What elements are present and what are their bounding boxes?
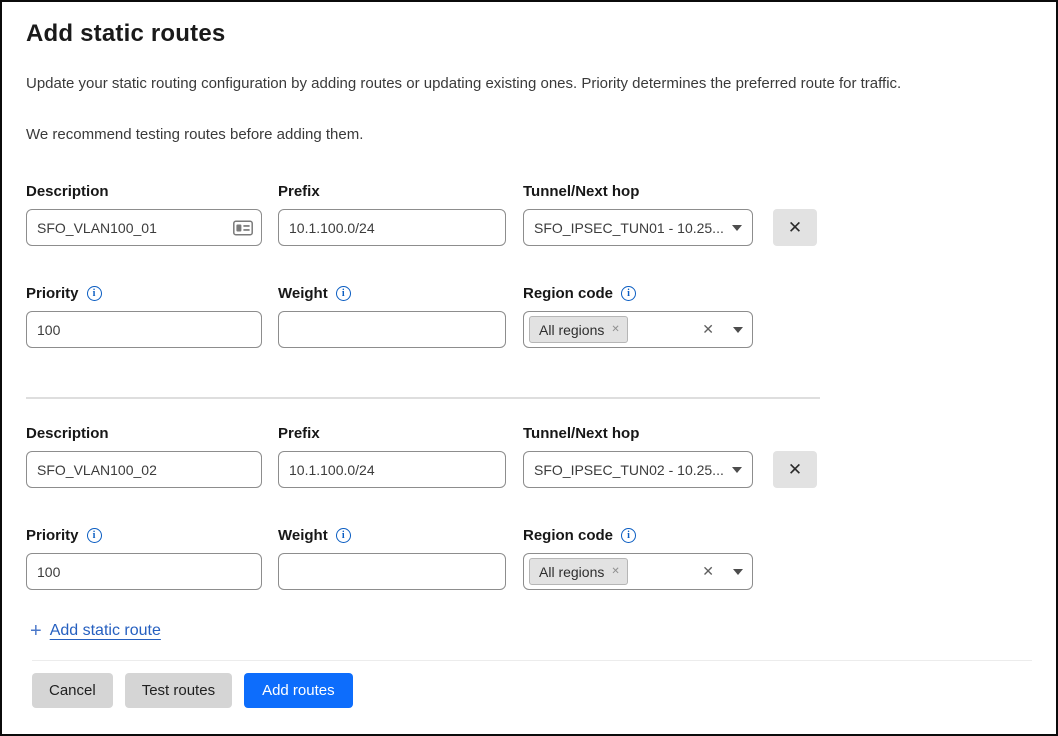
info-icon[interactable]: i bbox=[621, 528, 636, 543]
intro-text: Update your static routing configuration… bbox=[26, 75, 1032, 92]
chip-remove-icon[interactable]: ✕ bbox=[611, 324, 619, 335]
section-divider bbox=[26, 397, 820, 399]
weight-input[interactable] bbox=[278, 553, 506, 590]
recommendation-text: We recommend testing routes before addin… bbox=[26, 126, 1032, 143]
weight-label: Weight bbox=[278, 285, 328, 302]
priority-input[interactable] bbox=[26, 311, 262, 348]
weight-input[interactable] bbox=[278, 311, 506, 348]
chevron-down-icon bbox=[733, 327, 743, 333]
page-title: Add static routes bbox=[26, 20, 1032, 48]
add-static-routes-dialog: Add static routes Update your static rou… bbox=[0, 0, 1058, 736]
dialog-footer: Cancel Test routes Add routes bbox=[2, 660, 1056, 734]
add-routes-button[interactable]: Add routes bbox=[244, 673, 353, 708]
description-input[interactable] bbox=[26, 209, 262, 246]
description-label: Description bbox=[26, 425, 109, 442]
info-icon[interactable]: i bbox=[87, 286, 102, 301]
prefix-label: Prefix bbox=[278, 425, 320, 442]
prefix-label: Prefix bbox=[278, 183, 320, 200]
region-code-select[interactable]: All regions ✕ ✕ bbox=[523, 311, 753, 348]
region-chip-label: All regions bbox=[539, 322, 604, 338]
chip-remove-icon[interactable]: ✕ bbox=[611, 566, 619, 577]
chevron-down-icon bbox=[733, 569, 743, 575]
tunnel-selected-value: SFO_IPSEC_TUN02 - 10.25... bbox=[534, 462, 724, 478]
description-input[interactable] bbox=[26, 451, 262, 488]
description-label: Description bbox=[26, 183, 109, 200]
remove-route-button[interactable]: ✕ bbox=[773, 209, 817, 246]
add-static-route-link[interactable]: Add static route bbox=[50, 622, 161, 640]
region-code-label: Region code bbox=[523, 285, 613, 302]
region-chip-label: All regions bbox=[539, 564, 604, 580]
prefix-input[interactable] bbox=[278, 209, 506, 246]
weight-label: Weight bbox=[278, 527, 328, 544]
add-static-route-row: + Add static route bbox=[30, 621, 1032, 641]
info-icon[interactable]: i bbox=[336, 286, 351, 301]
prefix-input[interactable] bbox=[278, 451, 506, 488]
tunnel-select[interactable]: SFO_IPSEC_TUN02 - 10.25... bbox=[523, 451, 753, 488]
clear-icon[interactable]: ✕ bbox=[702, 321, 714, 338]
tunnel-selected-value: SFO_IPSEC_TUN01 - 10.25... bbox=[534, 220, 724, 236]
test-routes-button[interactable]: Test routes bbox=[125, 673, 232, 708]
remove-route-button[interactable]: ✕ bbox=[773, 451, 817, 488]
priority-label: Priority bbox=[26, 527, 79, 544]
close-icon: ✕ bbox=[788, 218, 802, 238]
tunnel-label: Tunnel/Next hop bbox=[523, 425, 639, 442]
region-code-label: Region code bbox=[523, 527, 613, 544]
contact-card-icon bbox=[233, 220, 253, 235]
dialog-content: Add static routes Update your static rou… bbox=[2, 2, 1056, 641]
plus-icon: + bbox=[30, 621, 42, 641]
region-code-select[interactable]: All regions ✕ ✕ bbox=[523, 553, 753, 590]
priority-label: Priority bbox=[26, 285, 79, 302]
region-chip: All regions ✕ bbox=[529, 316, 628, 343]
close-icon: ✕ bbox=[788, 460, 802, 480]
priority-input[interactable] bbox=[26, 553, 262, 590]
tunnel-select[interactable]: SFO_IPSEC_TUN01 - 10.25... bbox=[523, 209, 753, 246]
region-chip: All regions ✕ bbox=[529, 558, 628, 585]
chevron-down-icon bbox=[732, 467, 742, 473]
cancel-button[interactable]: Cancel bbox=[32, 673, 113, 708]
tunnel-label: Tunnel/Next hop bbox=[523, 183, 639, 200]
info-icon[interactable]: i bbox=[621, 286, 636, 301]
chevron-down-icon bbox=[732, 225, 742, 231]
clear-icon[interactable]: ✕ bbox=[702, 563, 714, 580]
route-entry-1: Description bbox=[26, 183, 1032, 348]
route-entry-2: Description Prefix Tunnel/Next hop SFO_I bbox=[26, 425, 1032, 590]
info-icon[interactable]: i bbox=[336, 528, 351, 543]
info-icon[interactable]: i bbox=[87, 528, 102, 543]
